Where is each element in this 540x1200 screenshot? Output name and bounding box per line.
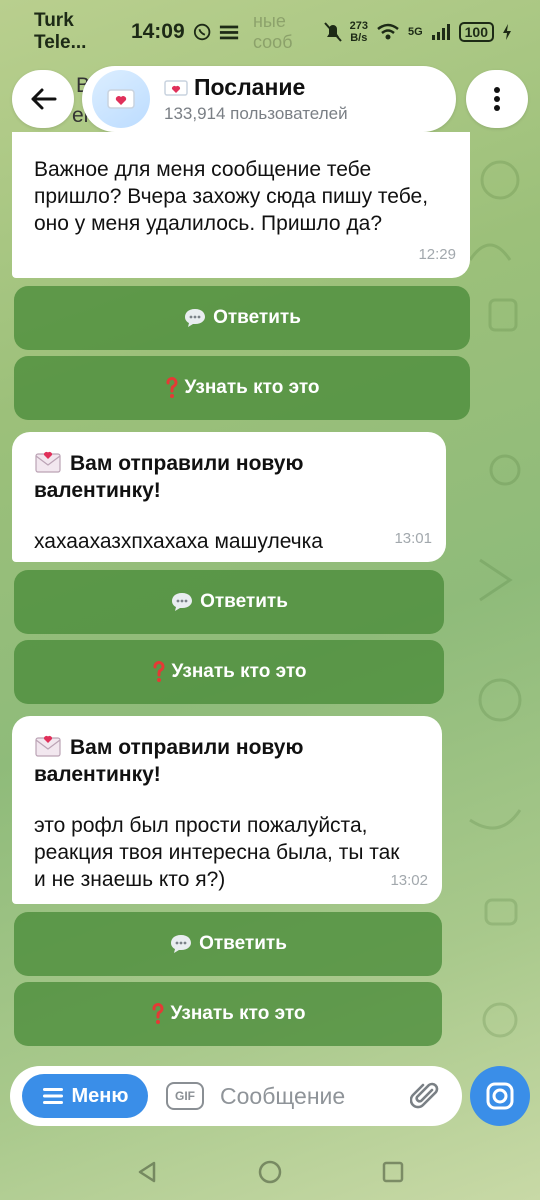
- clock: 14:09: [130, 20, 185, 43]
- system-nav-bar: [0, 1150, 540, 1194]
- envelope-heart-icon: [35, 735, 61, 757]
- message-heading: Вам отправили новую валентинку!: [34, 448, 426, 504]
- reply-button-label: Ответить: [213, 307, 301, 328]
- battery-level: 100: [458, 22, 494, 42]
- who-is-it-label: Узнать кто это: [171, 661, 307, 682]
- wifi-icon: [377, 23, 399, 40]
- charging-icon: [503, 24, 511, 40]
- reply-button[interactable]: Ответить: [14, 570, 444, 634]
- subscriber-count: 133,914 пользователей: [164, 104, 348, 123]
- message-time: 13:02: [390, 872, 428, 889]
- bot-menu-button[interactable]: Меню: [22, 1074, 148, 1118]
- speech-bubble-icon: [171, 935, 192, 953]
- envelope-heart-icon: [35, 451, 61, 473]
- paperclip-icon: [410, 1082, 439, 1109]
- signal-icon: [431, 24, 450, 40]
- whatsapp-icon: [193, 23, 210, 41]
- who-is-it-button[interactable]: Узнать кто это: [14, 356, 470, 420]
- hamburger-icon: [42, 1088, 63, 1104]
- message-time: 13:01: [394, 530, 432, 547]
- speech-bubble-icon: [185, 309, 206, 327]
- chat-header[interactable]: Послание 133,914 пользователей: [82, 66, 456, 132]
- message-text: Важное для меня сообщение тебе пришло? В…: [34, 158, 429, 235]
- who-is-it-button[interactable]: Узнать кто это: [14, 982, 442, 1046]
- back-arrow-icon: [31, 88, 57, 110]
- reply-button-label: Ответить: [199, 933, 287, 954]
- message-heading: Вам отправили новую валентинку!: [34, 732, 422, 788]
- avatar[interactable]: [92, 70, 150, 128]
- status-bar: Turk Tele... 14:09 ные сооб 273 B/s 5G 1…: [0, 0, 540, 64]
- envelope-heart-icon: [164, 79, 188, 96]
- ghost-notification-text: ные сооб: [252, 11, 293, 52]
- attach-button[interactable]: [410, 1080, 440, 1112]
- who-is-it-label: Узнать кто это: [184, 377, 320, 398]
- nav-home-icon[interactable]: [258, 1160, 282, 1184]
- reply-button[interactable]: Ответить: [14, 286, 470, 350]
- reply-button[interactable]: Ответить: [14, 912, 442, 976]
- question-mark-icon: [166, 377, 177, 398]
- nav-recents-icon[interactable]: [382, 1161, 404, 1183]
- notification-list-icon: [219, 25, 239, 40]
- net-speed: 273 B/s: [349, 20, 368, 44]
- carrier-name: Turk Tele...: [34, 10, 87, 53]
- more-options-button[interactable]: [466, 70, 528, 128]
- reply-button-label: Ответить: [200, 591, 288, 612]
- message-composer: Меню GIF: [10, 1066, 462, 1126]
- nav-back-icon[interactable]: [136, 1160, 158, 1184]
- page-title: Послание: [164, 74, 348, 101]
- menu-button-label: Меню: [71, 1084, 129, 1107]
- gif-button[interactable]: GIF: [166, 1082, 204, 1110]
- speech-bubble-icon: [172, 593, 193, 611]
- message-text: это рофл был прости пожалуйста, реакция …: [34, 814, 400, 891]
- message-time: 12:29: [418, 246, 456, 263]
- who-is-it-button[interactable]: Узнать кто это: [14, 640, 444, 704]
- more-vertical-icon: [494, 87, 500, 111]
- who-is-it-label: Узнать кто это: [170, 1003, 306, 1024]
- camera-icon: [486, 1082, 514, 1110]
- message-bubble: Вам отправили новую валентинку! хахаахаз…: [12, 432, 446, 562]
- mute-bell-icon: [323, 22, 342, 42]
- message-bubble: Вам отправили новую валентинку! это рофл…: [12, 716, 442, 904]
- back-button[interactable]: [12, 70, 74, 128]
- message-text: хахаахазхпхахаха машулечка: [34, 530, 323, 553]
- network-type: 5G: [407, 26, 423, 38]
- camera-record-button[interactable]: [470, 1066, 530, 1126]
- envelope-heart-icon: [107, 89, 135, 109]
- message-bubble: Важное для меня сообщение тебе пришло? В…: [12, 132, 470, 278]
- message-input[interactable]: [220, 1082, 400, 1110]
- question-mark-icon: [153, 661, 164, 682]
- channel-title-text: Послание: [194, 74, 306, 100]
- question-mark-icon: [152, 1003, 163, 1024]
